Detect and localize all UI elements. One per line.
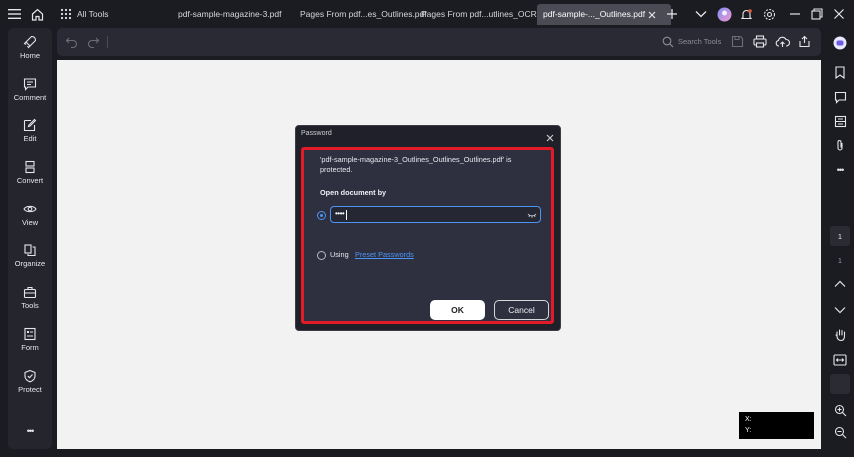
- organize-icon: [24, 244, 36, 257]
- zoom-level-box[interactable]: [830, 374, 850, 394]
- minimize-icon[interactable]: [785, 4, 805, 24]
- home-icon[interactable]: [27, 4, 47, 24]
- shield-icon: [24, 369, 36, 383]
- nav-label-protect: Protect: [18, 385, 42, 394]
- toolbox-icon: [23, 286, 37, 299]
- nav-label-home: Home: [19, 51, 40, 60]
- redo-icon[interactable]: [87, 35, 100, 53]
- nav-label-view: View: [21, 218, 39, 227]
- cloud-upload-icon[interactable]: [775, 35, 791, 53]
- coord-x-label: X:: [745, 416, 752, 423]
- ai-assistant-icon[interactable]: [830, 33, 850, 53]
- nav-label-comment: Comment: [13, 93, 47, 102]
- nav-item-convert[interactable]: Convert: [8, 156, 52, 194]
- search-icon[interactable]: [662, 35, 674, 53]
- nav-item-tools[interactable]: Tools: [8, 281, 52, 319]
- tab-active-label: pdf-sample-..._Outlines.pdf: [543, 9, 646, 19]
- thumbnails-icon[interactable]: [830, 111, 850, 131]
- nav-item-organize[interactable]: Organize: [8, 239, 52, 277]
- undo-icon[interactable]: [65, 35, 78, 53]
- eye-icon: [23, 205, 37, 213]
- dialog-title: Password: [301, 130, 332, 137]
- tab-close-icon[interactable]: [646, 8, 658, 20]
- preset-passwords-link[interactable]: Preset Passwords: [355, 250, 414, 259]
- nav-item-home[interactable]: Home: [8, 31, 52, 69]
- chevron-up-icon[interactable]: [830, 274, 850, 294]
- convert-icon: [25, 160, 35, 174]
- bookmark-icon[interactable]: [830, 62, 850, 82]
- title-bar: All Tools pdf-sample-magazine-3.pdf Page…: [0, 0, 854, 28]
- chevron-down-icon[interactable]: [691, 4, 711, 24]
- more-options-icon[interactable]: •••: [8, 426, 52, 436]
- dialog-body-highlighted: 'pdf-sample-magazine-3_Outlines_Outlines…: [301, 147, 554, 324]
- document-toolbar: Search Tools: [57, 28, 821, 56]
- cursor-coordinates-box: X: Y:: [739, 412, 814, 439]
- tab-document-3[interactable]: Pages From pdf...utlines_OCR.pdf: [421, 4, 551, 25]
- zoom-in-icon[interactable]: [830, 400, 850, 420]
- right-side-rail: ••• 1 1: [826, 28, 854, 449]
- search-tools-label[interactable]: Search Tools: [678, 37, 721, 46]
- nav-item-edit[interactable]: Edit: [8, 114, 52, 152]
- rocket-icon: [23, 35, 37, 49]
- toolbar-divider: [107, 36, 108, 48]
- nav-label-tools: Tools: [21, 301, 39, 310]
- ok-button[interactable]: OK: [430, 300, 485, 320]
- dialog-close-icon[interactable]: [545, 130, 555, 142]
- edit-icon: [23, 118, 37, 132]
- coord-y-label: Y:: [745, 427, 752, 434]
- chevron-down-page-icon[interactable]: [830, 300, 850, 320]
- using-label: Using: [330, 250, 349, 259]
- bell-icon[interactable]: [736, 4, 756, 24]
- current-page-input[interactable]: 1: [830, 226, 850, 246]
- print-icon[interactable]: [753, 35, 767, 53]
- hide-password-icon[interactable]: [527, 211, 537, 219]
- password-value: ••••: [335, 209, 345, 218]
- nav-label-organize: Organize: [14, 259, 46, 268]
- open-by-heading: Open document by: [320, 188, 387, 197]
- save-icon[interactable]: [731, 35, 744, 53]
- password-radio[interactable]: [317, 211, 326, 220]
- nav-label-form: Form: [21, 343, 39, 352]
- nav-item-form[interactable]: Form: [8, 323, 52, 361]
- share-icon[interactable]: [798, 35, 811, 53]
- nav-item-comment[interactable]: Comment: [8, 73, 52, 111]
- text-cursor: [346, 210, 347, 220]
- nav-item-view[interactable]: View: [8, 198, 52, 236]
- gear-icon[interactable]: [759, 4, 779, 24]
- all-tools-label[interactable]: All Tools: [77, 4, 109, 25]
- menu-icon[interactable]: [4, 4, 24, 24]
- nav-label-edit: Edit: [23, 134, 37, 143]
- restore-icon[interactable]: [807, 4, 827, 24]
- nav-item-protect[interactable]: Protect: [8, 365, 52, 403]
- tab-document-1[interactable]: pdf-sample-magazine-3.pdf: [178, 4, 281, 25]
- password-dialog: Password 'pdf-sample-magazine-3_Outlines…: [295, 125, 561, 331]
- fit-width-icon[interactable]: [830, 350, 850, 370]
- zoom-out-icon[interactable]: [830, 422, 850, 442]
- password-input[interactable]: ••••: [330, 206, 541, 223]
- preset-radio[interactable]: [317, 251, 326, 260]
- comments-panel-icon[interactable]: [830, 87, 850, 107]
- total-pages-label: 1: [838, 257, 842, 265]
- comment-icon: [23, 78, 37, 91]
- form-icon: [24, 327, 36, 341]
- attachment-icon[interactable]: [830, 135, 850, 155]
- close-window-icon[interactable]: [829, 4, 849, 24]
- avatar[interactable]: [714, 4, 734, 24]
- nav-label-convert: Convert: [16, 176, 44, 185]
- tab-document-2[interactable]: Pages From pdf...es_Outlines.pdf: [300, 4, 427, 25]
- more-panels-icon[interactable]: •••: [830, 160, 850, 180]
- grid-icon[interactable]: [56, 4, 76, 24]
- cancel-button[interactable]: Cancel: [494, 300, 549, 320]
- hand-tool-icon[interactable]: [830, 325, 850, 345]
- protected-message: 'pdf-sample-magazine-3_Outlines_Outlines…: [320, 155, 512, 174]
- new-tab-plus-icon[interactable]: [662, 4, 682, 24]
- left-nav-rail: Home Comment Edit Convert View Organize …: [8, 28, 52, 449]
